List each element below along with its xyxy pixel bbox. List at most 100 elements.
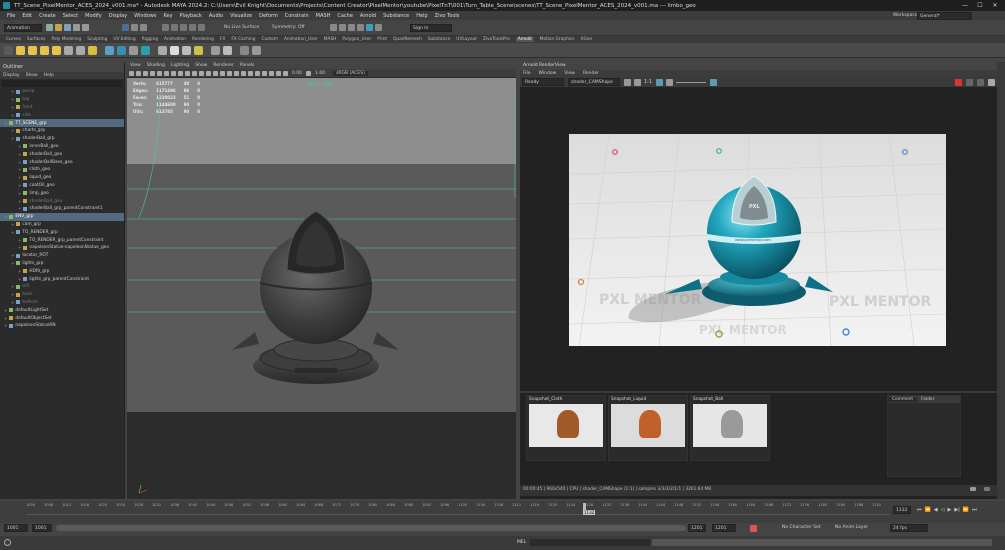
viewport-menu-panels[interactable]: Panels — [240, 63, 254, 68]
toon-icon[interactable] — [240, 45, 249, 55]
auto-key-icon[interactable] — [750, 524, 757, 532]
shelf-tab-surfaces[interactable]: Surfaces — [27, 37, 46, 42]
expand-icon[interactable]: + — [18, 277, 21, 282]
snapshot-thumbnail[interactable] — [693, 404, 767, 447]
expand-icon[interactable]: + — [4, 323, 7, 328]
play-icon[interactable]: ▶ — [947, 507, 951, 513]
snapshot-card[interactable]: Snapshot_Liquid — [608, 395, 688, 461]
outliner-item[interactable]: + liquid_geo — [0, 174, 124, 182]
fps-select[interactable]: 24 fps — [890, 524, 928, 532]
step-back-icon[interactable]: ◀ — [934, 507, 938, 513]
snap-plane-icon[interactable] — [198, 24, 205, 31]
film-gate-icon[interactable] — [164, 70, 169, 76]
viewport-menu-view[interactable]: View — [130, 63, 141, 68]
outliner-item[interactable]: + locator_ROT — [0, 252, 124, 260]
outliner-item[interactable]: + shaderBall_grp — [0, 135, 124, 143]
menu-edit[interactable]: Edit — [22, 13, 32, 19]
outliner-item[interactable]: + shaderBall_geo — [0, 150, 124, 158]
expand-icon[interactable]: + — [11, 222, 14, 227]
outliner-item[interactable]: + TO_RENDER_grp — [0, 228, 124, 236]
shadows-icon[interactable] — [227, 70, 232, 76]
exposure-rv-icon[interactable] — [666, 78, 674, 86]
image-plane-icon[interactable] — [150, 70, 155, 76]
outliner-item[interactable]: + TO_RENDER_grp_parentConstraint — [0, 236, 124, 244]
outliner-item[interactable]: + top — [0, 96, 124, 104]
license-icon[interactable] — [252, 45, 261, 55]
expand-icon[interactable]: + — [11, 253, 14, 258]
renderview-menu-view[interactable]: View — [564, 71, 575, 76]
expand-icon[interactable]: + — [18, 167, 21, 172]
snapshot-menu-icon[interactable] — [984, 487, 990, 491]
wireframe-icon[interactable] — [199, 70, 204, 76]
shelf-tab-zivotoolspro[interactable]: ZivoToolsPro — [483, 37, 510, 42]
motion-blur-icon[interactable] — [241, 70, 246, 76]
textured-icon[interactable] — [213, 70, 218, 76]
shelf-tab-quadremesh[interactable]: QuadRemesh — [393, 37, 422, 42]
shelf-tab-fx[interactable]: FX — [220, 37, 225, 42]
flush-cache-icon[interactable] — [211, 45, 220, 55]
outliner-item[interactable]: + cloth_geo — [0, 166, 124, 174]
menu-help[interactable]: Help — [416, 13, 427, 19]
outliner-item[interactable]: + limp_geo — [0, 189, 124, 197]
snapshot-card[interactable]: Snapshot_Cloth — [526, 395, 606, 461]
shelf-tab-mash[interactable]: MASH — [324, 37, 337, 42]
workspace-select[interactable]: General* — [917, 12, 972, 20]
expand-icon[interactable]: + — [18, 245, 21, 250]
snapshot-thumbnail[interactable] — [611, 404, 685, 447]
range-bar[interactable] — [56, 525, 686, 531]
expand-icon[interactable]: + — [18, 238, 21, 243]
expand-icon[interactable]: + — [18, 206, 21, 211]
lighting-icon[interactable] — [220, 70, 225, 76]
shelf-tab-curves[interactable]: Curves — [6, 37, 21, 42]
outliner-menu-display[interactable]: Display — [3, 73, 20, 78]
shelf-tab-poly-modeling[interactable]: Poly Modeling — [52, 37, 82, 42]
camera-select[interactable]: shader_CAMShape — [568, 78, 620, 86]
renderview-menu-file[interactable]: File — [523, 71, 531, 76]
expand-icon[interactable]: + — [18, 199, 21, 204]
camera-attr-icon[interactable] — [136, 70, 141, 76]
field-chart-icon[interactable] — [185, 70, 190, 76]
outliner-menu-show[interactable]: Show — [26, 73, 38, 78]
snapshot-card[interactable]: Snapshot_Ball — [690, 395, 770, 461]
area-light-icon[interactable] — [16, 45, 25, 55]
lut-icon[interactable] — [710, 78, 718, 86]
save-scene-icon[interactable] — [64, 24, 71, 31]
shelf-tab-rigging[interactable]: Rigging — [142, 37, 158, 42]
expand-icon[interactable]: + — [4, 214, 7, 219]
outliner-item[interactable]: + coatOil_geo — [0, 182, 124, 190]
open-scene-icon[interactable] — [55, 24, 62, 31]
standin-icon[interactable] — [141, 45, 150, 55]
snap-curve-icon[interactable] — [171, 24, 178, 31]
expand-icon[interactable]: + — [18, 183, 21, 188]
bookmark-icon[interactable] — [143, 70, 148, 76]
new-scene-icon[interactable] — [46, 24, 53, 31]
grid-icon[interactable] — [157, 70, 162, 76]
light-manager-icon[interactable] — [194, 45, 203, 55]
playback-start-field[interactable]: 1001 — [32, 524, 52, 532]
menu-create[interactable]: Create — [39, 13, 56, 19]
script-lang-label[interactable]: MEL — [517, 540, 526, 545]
outliner-item[interactable]: + napoleonStatue:napoleonStatue_geo — [0, 244, 124, 252]
character-set-select[interactable]: No Character Set — [782, 525, 821, 530]
shelf-tab-polygon-user[interactable]: Polygon_User — [342, 37, 371, 42]
render-current-icon[interactable] — [339, 24, 346, 31]
expand-icon[interactable]: + — [18, 160, 21, 165]
outliner-item[interactable]: + charts_grp — [0, 127, 124, 135]
menu-modify[interactable]: Modify — [85, 13, 102, 19]
expand-icon[interactable]: + — [11, 230, 14, 235]
menu-zivo-tools[interactable]: Zivo Tools — [435, 13, 460, 19]
ratio-label[interactable]: 1:1 — [644, 79, 652, 85]
outliner-search-input[interactable] — [2, 80, 122, 87]
playback-end-field[interactable]: 1201 — [688, 524, 706, 532]
shelf-tab-uvlayout[interactable]: UVLayout — [456, 37, 477, 42]
play-back-icon[interactable]: ◁ — [941, 507, 945, 513]
viewport-menu-lighting[interactable]: Lighting — [171, 63, 189, 68]
outliner-item[interactable]: + HDRI_grp — [0, 267, 124, 275]
colorspace-select[interactable]: sRGB (ACES) — [333, 70, 368, 76]
render-settings-icon[interactable] — [357, 24, 364, 31]
expand-icon[interactable]: + — [11, 113, 14, 118]
minimize-button[interactable]: — — [960, 2, 970, 9]
menu-windows[interactable]: Windows — [134, 13, 156, 19]
expand-icon[interactable]: + — [18, 144, 21, 149]
viewport-menu-shading[interactable]: Shading — [147, 63, 165, 68]
